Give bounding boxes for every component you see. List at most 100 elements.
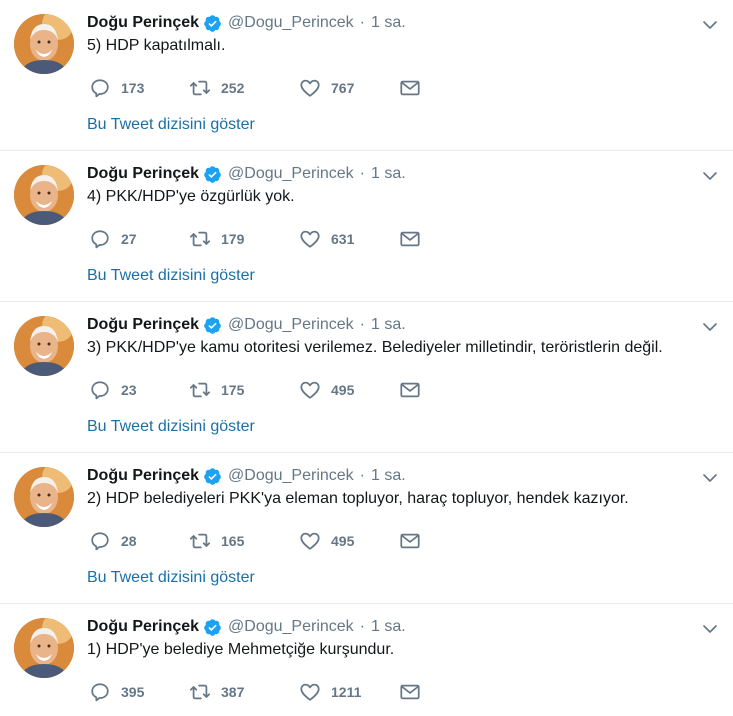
author-username[interactable]: @Dogu_Perincek bbox=[228, 14, 354, 32]
author-username[interactable]: @Dogu_Perincek bbox=[228, 316, 354, 334]
retweet-icon bbox=[189, 231, 211, 247]
retweet-count: 165 bbox=[221, 533, 245, 549]
avatar[interactable] bbox=[14, 618, 74, 678]
like-button[interactable]: 631 bbox=[299, 228, 399, 250]
tweet-text: 5) HDP kapatılmalı. bbox=[87, 37, 226, 54]
like-button[interactable]: 1211 bbox=[299, 681, 399, 703]
retweet-count: 179 bbox=[221, 231, 245, 247]
direct-message-button[interactable] bbox=[399, 379, 429, 401]
heart-icon bbox=[300, 381, 320, 399]
like-button[interactable]: 495 bbox=[299, 379, 399, 401]
envelope-icon bbox=[400, 382, 420, 398]
tweet-timestamp[interactable]: 1 sa. bbox=[371, 467, 406, 485]
author-username[interactable]: @Dogu_Perincek bbox=[228, 165, 354, 183]
tweet[interactable]: Doğu Perinçek @Dogu_Perincek · 1 sa. 2) … bbox=[0, 453, 733, 604]
show-thread-link[interactable]: Bu Tweet dizisini göster bbox=[87, 569, 255, 587]
author-fullname[interactable]: Doğu Perinçek bbox=[87, 316, 199, 334]
tweet-timestamp[interactable]: 1 sa. bbox=[371, 618, 406, 636]
reply-button[interactable]: 27 bbox=[89, 228, 189, 250]
heart-icon bbox=[300, 230, 320, 248]
direct-message-button[interactable] bbox=[399, 530, 429, 552]
tweet[interactable]: Doğu Perinçek @Dogu_Perincek · 1 sa. 5) … bbox=[0, 0, 733, 151]
tweet-timestamp[interactable]: 1 sa. bbox=[371, 165, 406, 183]
tweet-timestamp[interactable]: 1 sa. bbox=[371, 316, 406, 334]
chevron-down-icon[interactable] bbox=[701, 318, 719, 336]
author-fullname[interactable]: Doğu Perinçek bbox=[87, 165, 199, 183]
show-thread-link[interactable]: Bu Tweet dizisini göster bbox=[87, 116, 255, 134]
envelope-icon bbox=[400, 533, 420, 549]
reply-button[interactable]: 23 bbox=[89, 379, 189, 401]
separator-dot: · bbox=[359, 316, 365, 333]
retweet-icon bbox=[189, 382, 211, 398]
author-username[interactable]: @Dogu_Perincek bbox=[228, 618, 354, 636]
tweet-header: Doğu Perinçek @Dogu_Perincek · 1 sa. bbox=[87, 163, 406, 185]
direct-message-button[interactable] bbox=[399, 681, 429, 703]
tweet-timestamp[interactable]: 1 sa. bbox=[371, 14, 406, 32]
author-fullname[interactable]: Doğu Perinçek bbox=[87, 14, 199, 32]
tweet-actions: 395 387 1211 bbox=[89, 680, 429, 704]
author-fullname[interactable]: Doğu Perinçek bbox=[87, 467, 199, 485]
direct-message-button[interactable] bbox=[399, 228, 429, 250]
reply-icon bbox=[91, 230, 109, 249]
direct-message-button[interactable] bbox=[399, 77, 429, 99]
like-count: 495 bbox=[331, 382, 355, 398]
avatar[interactable] bbox=[14, 14, 74, 74]
like-count: 767 bbox=[331, 80, 355, 96]
tweet-actions: 173 252 767 bbox=[89, 76, 429, 100]
retweet-button[interactable]: 165 bbox=[189, 530, 299, 552]
retweet-count: 175 bbox=[221, 382, 245, 398]
separator-dot: · bbox=[359, 618, 365, 635]
tweet-text: 2) HDP belediyeleri PKK'ya eleman topluy… bbox=[87, 490, 629, 507]
retweet-button[interactable]: 179 bbox=[189, 228, 299, 250]
verified-badge-icon bbox=[204, 165, 221, 183]
avatar[interactable] bbox=[14, 165, 74, 225]
reply-icon bbox=[91, 683, 109, 702]
like-button[interactable]: 495 bbox=[299, 530, 399, 552]
retweet-count: 387 bbox=[221, 684, 245, 700]
reply-count: 23 bbox=[121, 382, 137, 398]
avatar[interactable] bbox=[14, 316, 74, 376]
tweet-actions: 27 179 631 bbox=[89, 227, 429, 251]
separator-dot: · bbox=[359, 14, 365, 31]
reply-icon bbox=[91, 79, 109, 98]
retweet-button[interactable]: 387 bbox=[189, 681, 299, 703]
show-thread-link[interactable]: Bu Tweet dizisini göster bbox=[87, 418, 255, 436]
reply-icon bbox=[91, 381, 109, 400]
envelope-icon bbox=[400, 684, 420, 700]
reply-count: 28 bbox=[121, 533, 137, 549]
reply-count: 27 bbox=[121, 231, 137, 247]
tweet[interactable]: Doğu Perinçek @Dogu_Perincek · 1 sa. 1) … bbox=[0, 604, 733, 716]
retweet-icon bbox=[189, 684, 211, 700]
envelope-icon bbox=[400, 80, 420, 96]
tweet[interactable]: Doğu Perinçek @Dogu_Perincek · 1 sa. 3) … bbox=[0, 302, 733, 453]
author-fullname[interactable]: Doğu Perinçek bbox=[87, 618, 199, 636]
retweet-button[interactable]: 175 bbox=[189, 379, 299, 401]
verified-badge-icon bbox=[204, 14, 221, 32]
chevron-down-icon[interactable] bbox=[701, 167, 719, 185]
author-username[interactable]: @Dogu_Perincek bbox=[228, 467, 354, 485]
reply-button[interactable]: 395 bbox=[89, 681, 189, 703]
verified-badge-icon bbox=[204, 618, 221, 636]
avatar[interactable] bbox=[14, 467, 74, 527]
tweet-header: Doğu Perinçek @Dogu_Perincek · 1 sa. bbox=[87, 616, 406, 638]
show-thread-link[interactable]: Bu Tweet dizisini göster bbox=[87, 267, 255, 285]
tweet[interactable]: Doğu Perinçek @Dogu_Perincek · 1 sa. 4) … bbox=[0, 151, 733, 302]
tweet-timeline: Doğu Perinçek @Dogu_Perincek · 1 sa. 5) … bbox=[0, 0, 733, 716]
tweet-header: Doğu Perinçek @Dogu_Perincek · 1 sa. bbox=[87, 314, 406, 336]
verified-badge-icon bbox=[204, 467, 221, 485]
reply-count: 173 bbox=[121, 80, 145, 96]
heart-icon bbox=[300, 683, 320, 701]
chevron-down-icon[interactable] bbox=[701, 469, 719, 487]
reply-button[interactable]: 28 bbox=[89, 530, 189, 552]
chevron-down-icon[interactable] bbox=[701, 620, 719, 638]
tweet-header: Doğu Perinçek @Dogu_Perincek · 1 sa. bbox=[87, 465, 406, 487]
like-count: 1211 bbox=[331, 684, 362, 700]
retweet-button[interactable]: 252 bbox=[189, 77, 299, 99]
heart-icon bbox=[300, 79, 320, 97]
tweet-text: 4) PKK/HDP'ye özgürlük yok. bbox=[87, 188, 295, 205]
reply-icon bbox=[91, 532, 109, 551]
chevron-down-icon[interactable] bbox=[701, 16, 719, 34]
reply-count: 395 bbox=[121, 684, 145, 700]
like-button[interactable]: 767 bbox=[299, 77, 399, 99]
reply-button[interactable]: 173 bbox=[89, 77, 189, 99]
